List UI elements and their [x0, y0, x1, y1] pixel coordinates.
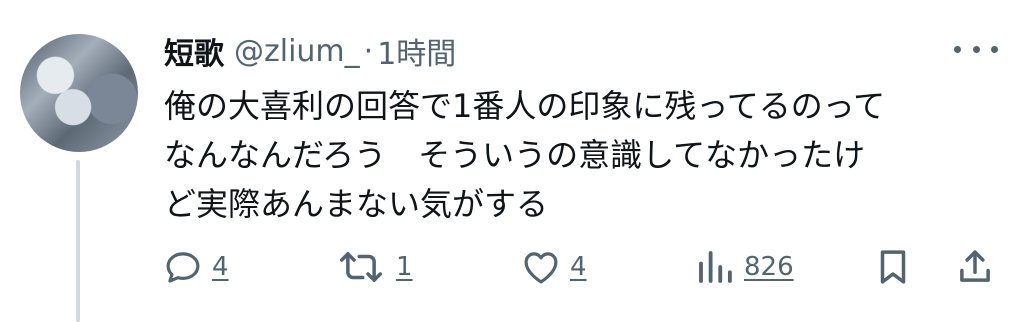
thread-line: [76, 160, 80, 322]
action-bar: 4 1 4 826: [0, 244, 1024, 294]
retweet-count[interactable]: 1: [396, 252, 413, 282]
reply-button[interactable]: 4: [162, 246, 229, 288]
tweet-text: 俺の大喜利の回答で1番人の印象に残ってるのって なんなんだろう そういうの意識し…: [164, 87, 886, 223]
display-name[interactable]: 短歌: [164, 29, 224, 73]
reply-icon: [166, 252, 200, 283]
timestamp[interactable]: 1時間: [377, 29, 456, 73]
retweet-button[interactable]: 1: [334, 246, 413, 288]
bookmark-icon: [880, 250, 906, 284]
views-icon: [699, 251, 732, 283]
retweet-icon: [340, 252, 382, 282]
avatar[interactable]: [20, 34, 138, 152]
like-button[interactable]: 4: [520, 246, 587, 288]
reply-count[interactable]: 4: [212, 252, 229, 282]
separator: ·: [363, 33, 374, 69]
user-handle[interactable]: @zlium_: [234, 34, 360, 69]
like-count[interactable]: 4: [570, 252, 587, 282]
tweet-header: 短歌 @zlium_ · 1時間: [164, 28, 456, 74]
views-button[interactable]: 826: [694, 246, 794, 288]
views-count[interactable]: 826: [744, 252, 794, 282]
share-icon: [960, 250, 990, 282]
heart-icon: [524, 252, 558, 284]
bookmark-button[interactable]: [872, 246, 914, 288]
share-button[interactable]: [954, 246, 996, 288]
more-options-icon[interactable]: [954, 39, 998, 59]
